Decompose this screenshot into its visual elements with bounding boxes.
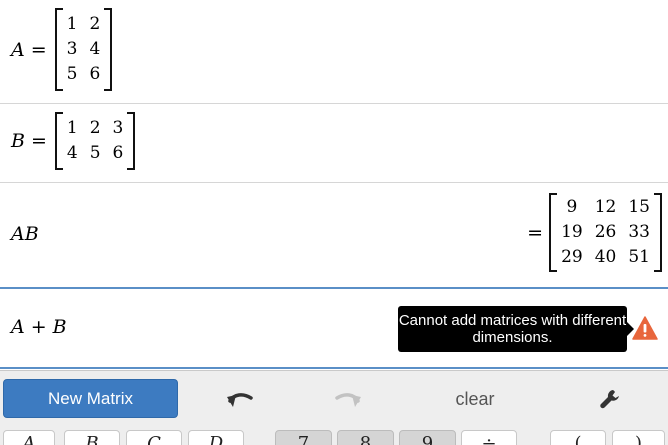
expression-ab: AB — [11, 223, 39, 245]
matrix-cell: 6 — [112, 143, 124, 163]
matrix-cell: 12 — [594, 197, 617, 217]
operand-right: B — [52, 316, 67, 338]
warning-icon[interactable] — [632, 316, 658, 340]
product-label: AB — [11, 223, 39, 245]
operand-left: A — [11, 316, 25, 338]
matrix-cell: 33 — [628, 222, 650, 242]
matrix-a: 12 34 56 — [54, 8, 113, 91]
matrix-cell: 51 — [628, 247, 650, 267]
matrix-cell: 4 — [89, 39, 101, 59]
matrix-cell: 5 — [89, 143, 101, 163]
expression-row-ab[interactable]: AB = 9 12 15 19 26 33 29 40 51 — [0, 183, 668, 287]
wrench-icon — [600, 390, 619, 409]
key-label: ) — [634, 433, 643, 445]
matrix-cell: 2 — [89, 118, 101, 138]
undo-icon — [227, 393, 253, 407]
matrix-cell: 26 — [594, 222, 617, 242]
error-tooltip: Cannot add matrices with different dimen… — [398, 306, 634, 352]
key-label: 7 — [297, 433, 310, 445]
plus-sign: + — [30, 316, 47, 338]
key-7[interactable]: 7 — [275, 430, 332, 445]
key-close-paren[interactable]: ) — [612, 430, 665, 445]
key-open-paren[interactable]: ( — [550, 430, 606, 445]
result-matrix: 9 12 15 19 26 33 29 40 51 — [549, 193, 662, 272]
active-row-border — [0, 367, 668, 369]
expression-b: B = 123 456 — [11, 112, 136, 170]
clear-button[interactable]: clear — [440, 383, 510, 415]
matrix-cell: 29 — [561, 247, 583, 267]
key-c[interactable]: C — [126, 430, 182, 445]
matrix-cell: 3 — [66, 39, 78, 59]
matrix-cell: 19 — [561, 222, 583, 242]
variable-label: B — [11, 130, 25, 152]
expression-row-a[interactable]: A = 12 34 56 — [0, 0, 668, 103]
settings-button[interactable] — [592, 383, 628, 415]
expression-a-plus-b[interactable]: A + B — [11, 316, 67, 338]
key-label: B — [85, 433, 99, 445]
key-label: ÷ — [481, 433, 497, 445]
key-label: A — [22, 433, 36, 445]
matrix-cell: 15 — [628, 197, 650, 217]
matrix-cell: 2 — [89, 14, 101, 34]
redo-button[interactable] — [328, 383, 370, 415]
matrix-cell: 6 — [89, 64, 101, 84]
key-d[interactable]: D — [188, 430, 244, 445]
equals-sign: = — [30, 38, 47, 61]
key-label: C — [147, 433, 161, 445]
matrix-b: 123 456 — [54, 112, 136, 170]
key-9[interactable]: 9 — [399, 430, 456, 445]
expression-a: A = 12 34 56 — [11, 8, 112, 91]
key-8[interactable]: 8 — [337, 430, 394, 445]
matrix-cell: 4 — [66, 143, 78, 163]
result-equals-sign: = — [527, 221, 544, 244]
matrix-cell: 1 — [66, 14, 78, 34]
matrix-cell: 40 — [594, 247, 617, 267]
matrix-cell: 3 — [112, 118, 124, 138]
key-label: ( — [574, 433, 582, 445]
keypad-toolbar: New Matrix clear A B C D 7 8 9 ÷ ( ) — [0, 370, 668, 445]
equals-sign: = — [30, 130, 47, 152]
key-label: D — [208, 433, 224, 445]
key-label: 9 — [421, 433, 434, 445]
result-ab: = 9 12 15 19 26 33 29 40 51 — [525, 193, 662, 272]
matrix-cell: 9 — [566, 197, 578, 217]
expression-row-b[interactable]: B = 123 456 — [0, 104, 668, 182]
variable-label: A — [11, 38, 25, 61]
redo-icon — [335, 393, 361, 407]
key-label: 8 — [359, 433, 372, 445]
matrix-cell: 1 — [66, 118, 78, 138]
matrix-cell: 5 — [66, 64, 78, 84]
key-divide[interactable]: ÷ — [461, 430, 517, 445]
new-matrix-button[interactable]: New Matrix — [3, 379, 178, 418]
undo-button[interactable] — [218, 383, 260, 415]
key-a[interactable]: A — [3, 430, 55, 445]
key-b[interactable]: B — [64, 430, 120, 445]
